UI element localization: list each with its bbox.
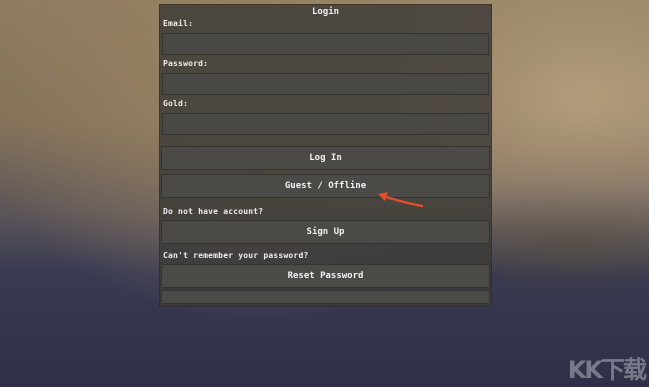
watermark: KK下载 <box>567 356 647 384</box>
red-arrow-annotation <box>378 192 424 208</box>
forgot-password-text: Can't remember your password? <box>163 251 309 260</box>
login-button[interactable]: Log In <box>161 146 490 170</box>
no-account-text: Do not have account? <box>163 207 264 216</box>
bottom-strip <box>161 290 490 304</box>
signup-button[interactable]: Sign Up <box>161 220 490 244</box>
password-field[interactable] <box>162 73 489 95</box>
gold-label: Gold: <box>163 99 189 108</box>
guest-offline-button[interactable]: Guest / Offline <box>161 174 490 198</box>
password-label: Password: <box>163 59 209 68</box>
reset-password-button[interactable]: Reset Password <box>161 264 490 288</box>
login-panel: Login Email: Password: Gold: Log In Gues… <box>159 4 492 307</box>
gold-field[interactable] <box>162 113 489 135</box>
email-label: Email: <box>163 19 194 28</box>
email-field[interactable] <box>162 33 489 55</box>
dialog-title: Login <box>311 7 340 17</box>
